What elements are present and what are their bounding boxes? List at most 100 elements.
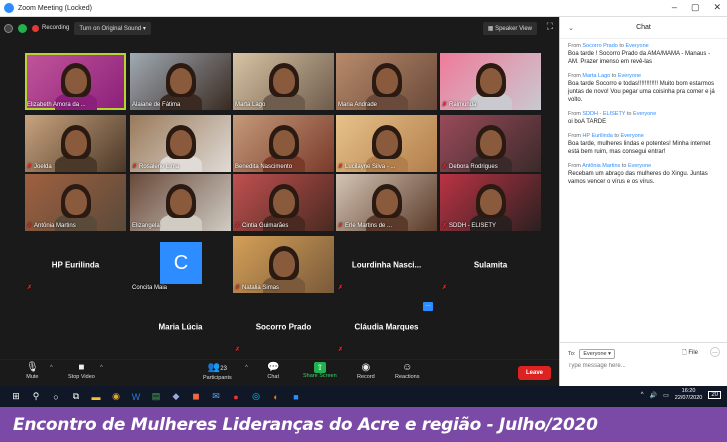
edge-icon[interactable]: ◎ xyxy=(246,387,266,407)
windows-start-icon[interactable]: ⊞ xyxy=(6,387,26,407)
chat-sender[interactable]: Antônia Martins xyxy=(582,163,620,169)
participant-video xyxy=(273,189,295,215)
original-sound-button[interactable]: Turn on Original Sound ▾ xyxy=(74,21,151,35)
participant-tile[interactable]: ✗ Lucilayne Silva - ... xyxy=(336,115,437,172)
maximize-button[interactable]: ▢ xyxy=(691,2,700,13)
notifications-icon[interactable]: 20 xyxy=(708,391,721,399)
participants-caret-icon[interactable]: ^ xyxy=(245,365,248,371)
participant-tile[interactable]: ✗ Rosalene Lima xyxy=(130,115,231,172)
participant-tile[interactable]: ✗ Cintia Guimarães xyxy=(233,174,334,231)
more-options-icon[interactable]: … xyxy=(710,347,720,357)
participant-video xyxy=(170,130,192,156)
word-icon[interactable]: W xyxy=(126,387,146,407)
mail-icon[interactable]: ✉ xyxy=(206,387,226,407)
screenshot-root: Zoom Meeting (Locked) – ▢ ✕ Recording Tu… xyxy=(0,0,727,442)
participant-name: Socorro Prado xyxy=(255,322,312,331)
muted-mic-icon: ✗ xyxy=(27,223,33,229)
participant-tile[interactable]: ✗ Joelda xyxy=(25,115,126,172)
clock[interactable]: 16:20 22/07/2020 xyxy=(675,388,703,402)
app-icon[interactable]: ◼ xyxy=(186,387,206,407)
chat-recipient-name[interactable]: Everyone xyxy=(618,73,641,79)
chat-sender[interactable]: Marta Lago xyxy=(582,73,610,79)
chat-sender[interactable]: Socorro Prado xyxy=(582,43,617,49)
participant-tile[interactable]: Lourdinha Nasci... ✗ xyxy=(336,236,437,293)
info-icon[interactable] xyxy=(4,23,13,33)
chat-message-input[interactable] xyxy=(568,363,718,369)
participant-tile[interactable]: Maria Andrade xyxy=(336,53,437,110)
recipient-select[interactable]: Everyone ▾ xyxy=(579,349,615,359)
app-icon[interactable]: ● xyxy=(226,387,246,407)
participants-button[interactable]: 👥23 Participants xyxy=(203,362,232,381)
muted-mic-icon: ✗ xyxy=(442,164,448,170)
participant-tile[interactable]: ✗ Debora Rodrigues xyxy=(440,115,541,172)
record-dot-icon xyxy=(32,24,39,32)
participant-name: Erle Martins de ... xyxy=(345,222,393,229)
muted-mic-icon: ✗ xyxy=(235,223,241,229)
close-button[interactable]: ✕ xyxy=(713,2,721,13)
search-icon[interactable]: ⚲ xyxy=(26,387,46,407)
volume-icon[interactable]: 🔊 xyxy=(650,392,657,399)
participant-tile[interactable]: Elizabeth Amora da ... xyxy=(25,53,126,110)
chat-message: From Socorro Prado to Everyone Boa tarde … xyxy=(568,43,720,66)
more-options-icon[interactable]: … xyxy=(423,302,433,311)
chat-sender[interactable]: HP Eurilinda xyxy=(582,133,612,139)
participant-name-label: ✗ Rosalene Lima xyxy=(132,163,179,171)
participant-tile[interactable]: Elizangela xyxy=(130,174,231,231)
chat-recipient: To: Everyone ▾ xyxy=(568,349,615,359)
microphone-icon: 🎙 xyxy=(26,362,39,373)
participant-tile[interactable]: ✗ Antônia Martins xyxy=(25,174,126,231)
participant-name: Natalia Simas xyxy=(242,284,280,291)
record-button[interactable]: ◉ Record xyxy=(357,362,375,380)
reactions-button[interactable]: ☺ Reactions xyxy=(395,362,419,380)
participant-tile[interactable]: ✗ Natalia Simas xyxy=(233,236,334,293)
mute-options-caret-icon[interactable]: ^ xyxy=(50,365,53,371)
chat-recipient-name[interactable]: Everyone xyxy=(633,111,656,117)
chat-recipient-name[interactable]: Everyone xyxy=(628,163,651,169)
participant-video xyxy=(273,251,295,277)
chevron-down-icon[interactable]: ⌄ xyxy=(568,24,574,32)
task-view-icon[interactable]: ⧉ xyxy=(66,387,86,407)
excel-icon[interactable]: ▤ xyxy=(146,387,166,407)
mute-button[interactable]: 🎙 Mute xyxy=(26,362,39,380)
share-screen-button[interactable]: ⇧ Share Screen xyxy=(303,362,337,379)
cortana-icon[interactable]: ○ xyxy=(46,387,66,407)
participant-tile[interactable]: Socorro Prado ✗ xyxy=(233,298,334,355)
participant-video xyxy=(376,130,398,156)
participant-tile[interactable]: Benedita Nascimento xyxy=(233,115,334,172)
chat-message: From HP Eurilinda to Everyone Boa tarde, … xyxy=(568,133,720,156)
participant-tile[interactable]: Marta Lago xyxy=(233,53,334,110)
stop-video-button[interactable]: ■ Stop Video xyxy=(68,362,95,380)
chat-sender[interactable]: SDDH - ELISETY xyxy=(582,111,625,117)
fullscreen-icon[interactable]: ⛶ xyxy=(547,21,553,32)
meeting-area: Recording Turn on Original Sound ▾ ▦ Spe… xyxy=(0,17,559,359)
speaker-view-button[interactable]: ▦ Speaker View xyxy=(482,22,537,35)
file-label: File xyxy=(688,350,698,356)
participant-tile[interactable]: Alaiane de Fátima xyxy=(130,53,231,110)
participant-video xyxy=(170,68,192,94)
chat-recipient-name[interactable]: Everyone xyxy=(626,43,649,49)
participant-tile[interactable]: ✗ Raimunda xyxy=(440,53,541,110)
participant-tile[interactable]: ✗ Erle Martins de ... xyxy=(336,174,437,231)
tray-arrow-icon[interactable]: ^ xyxy=(641,392,644,398)
firefox-icon[interactable]: ◐ xyxy=(266,387,286,407)
file-explorer-icon[interactable]: ▬ xyxy=(86,387,106,407)
chrome-icon[interactable]: ◉ xyxy=(106,387,126,407)
app-icon[interactable]: ◆ xyxy=(166,387,186,407)
participant-tile[interactable]: Maria Lúcia xyxy=(130,298,231,355)
chat-recipient-name[interactable]: Everyone xyxy=(621,133,644,139)
participant-name: Concita Maia xyxy=(132,285,168,291)
chat-message-header: From SDDH - ELISETY to Everyone xyxy=(568,111,720,117)
participant-tile[interactable]: C Concita Maia xyxy=(130,236,231,293)
video-options-caret-icon[interactable]: ^ xyxy=(100,365,103,371)
participant-tile[interactable]: HP Eurilinda ✗ xyxy=(25,236,126,293)
chat-button[interactable]: 💬 Chat xyxy=(267,362,279,380)
network-icon[interactable]: ▭ xyxy=(663,392,669,399)
participant-tile[interactable]: ✗ SDDH - ELISETY xyxy=(440,174,541,231)
file-button[interactable]: 🗋 File xyxy=(682,348,698,358)
participant-tile[interactable]: Sulamita ✗ xyxy=(440,236,541,293)
participant-tile[interactable]: Cláudia Marques ✗… xyxy=(336,298,437,355)
minimize-button[interactable]: – xyxy=(672,2,677,13)
zoom-taskbar-icon[interactable]: ■ xyxy=(286,387,306,407)
security-shield-icon[interactable] xyxy=(18,23,27,33)
leave-button[interactable]: Leave xyxy=(517,366,551,380)
